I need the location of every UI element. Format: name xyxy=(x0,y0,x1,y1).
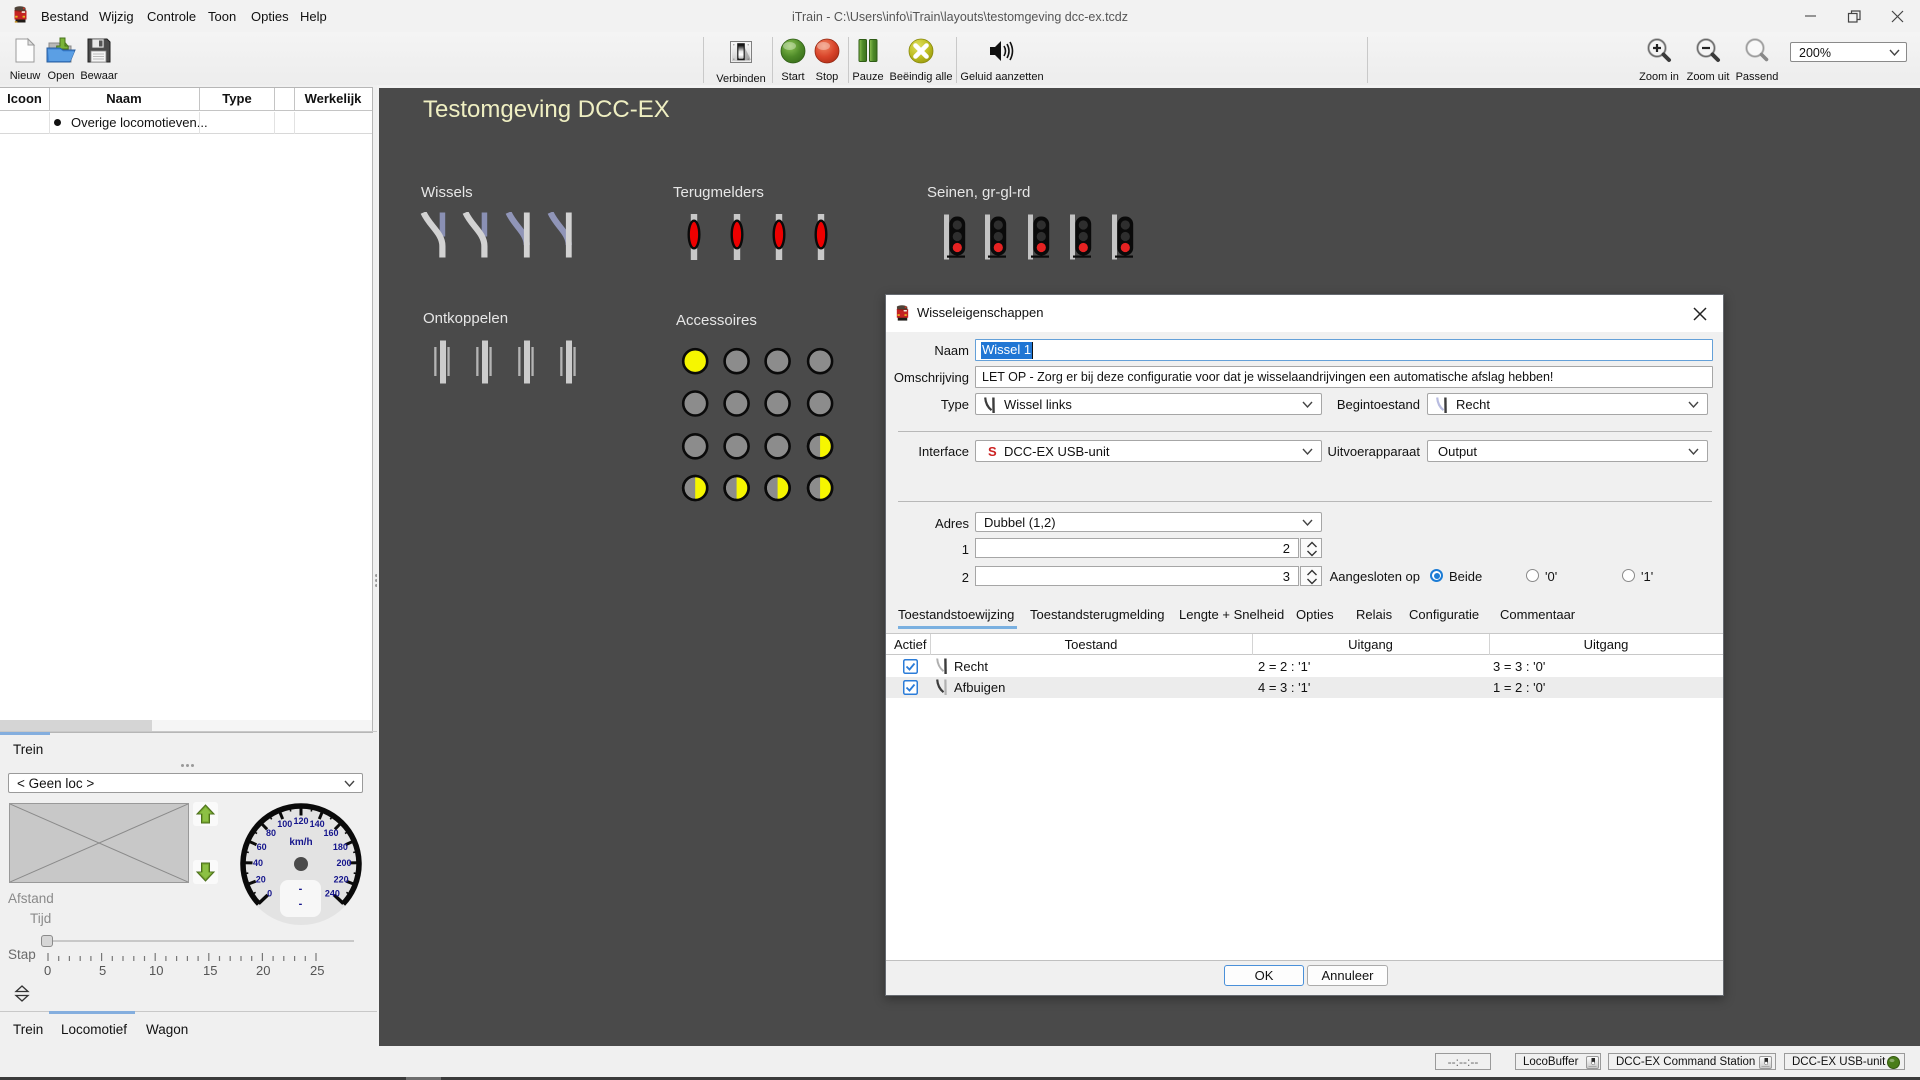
svg-text:40: 40 xyxy=(253,858,263,868)
svg-text:-: - xyxy=(299,898,303,910)
svg-text:0: 0 xyxy=(267,888,272,898)
svg-text:120: 120 xyxy=(293,816,308,826)
svg-text:160: 160 xyxy=(323,828,338,838)
svg-text:20: 20 xyxy=(256,874,266,884)
svg-text:-: - xyxy=(299,883,303,895)
svg-text:140: 140 xyxy=(310,819,325,829)
svg-text:60: 60 xyxy=(257,842,267,852)
svg-text:200: 200 xyxy=(336,858,351,868)
svg-text:100: 100 xyxy=(277,819,292,829)
svg-text:240: 240 xyxy=(325,888,340,898)
svg-text:80: 80 xyxy=(266,828,276,838)
svg-text:180: 180 xyxy=(333,842,348,852)
svg-text:km/h: km/h xyxy=(289,837,312,848)
svg-text:220: 220 xyxy=(334,874,349,884)
